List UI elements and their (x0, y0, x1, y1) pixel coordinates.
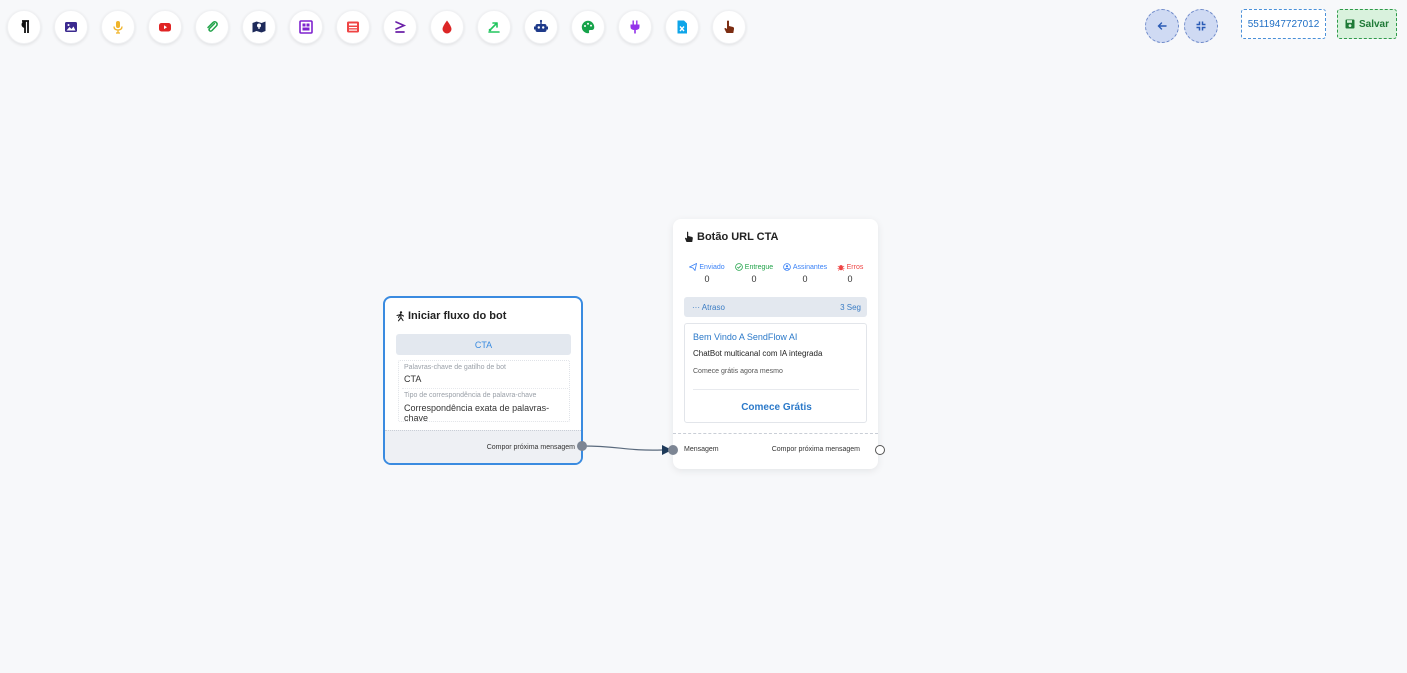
card-body: ChatBot multicanal com IA integrada (693, 349, 823, 358)
back-button[interactable] (1145, 9, 1179, 43)
delay-value: 3 Seg (840, 303, 861, 312)
stat-delivered-value: 0 (751, 274, 757, 284)
fit-view-button[interactable] (1184, 9, 1218, 43)
microphone-tool-button[interactable] (101, 10, 135, 44)
stat-errors-label: Erros (846, 263, 864, 271)
plug-tool-button[interactable] (618, 10, 652, 44)
stat-errors: Erros 0 (833, 263, 867, 284)
check-circle-icon (734, 263, 743, 271)
cta-node-title: Botão URL CTA (684, 231, 778, 243)
cta-node-divider (673, 433, 878, 434)
compose-next-label: Compor próxima mensagem (486, 444, 575, 451)
save-button[interactable]: Salvar (1337, 9, 1397, 39)
stat-sent-value: 0 (704, 274, 710, 284)
stat-errors-value: 0 (847, 274, 853, 284)
bug-icon (837, 265, 845, 271)
palette-icon (581, 20, 595, 34)
greater-equal-tool-button[interactable] (383, 10, 417, 44)
trigger-keyword-chip[interactable]: CTA (396, 334, 571, 355)
webhook-icon (488, 22, 500, 33)
start-node-footer: Compor próxima mensagem (385, 430, 581, 463)
save-label: Salvar (1358, 18, 1390, 30)
stat-sent-label: Enviado (699, 263, 725, 271)
running-person-icon (396, 310, 405, 321)
cta-url-button-node[interactable]: Botão URL CTA Enviado 0 Entregue 0 Assin… (673, 219, 878, 469)
start-flow-node[interactable]: Iniciar fluxo do bot CTA Palavras-chave … (383, 296, 583, 465)
map-tool-button[interactable] (242, 10, 276, 44)
map-icon (252, 21, 266, 33)
match-type-label: Tipo de correspondência de palavra-chave (404, 392, 537, 399)
start-node-title-text: Iniciar fluxo do bot (408, 310, 507, 322)
cta-url-button[interactable]: Comece Grátis (685, 402, 868, 413)
palette-tool-button[interactable] (571, 10, 605, 44)
user-circle-icon (783, 263, 791, 271)
excel-file-tool-button[interactable] (665, 10, 699, 44)
start-output-handle[interactable] (577, 441, 587, 451)
keywords-value: CTA (404, 374, 422, 384)
delay-bar[interactable]: ··· Atraso 3 Seg (684, 297, 867, 317)
match-type-value: Correspondência exata de palavras-chave (404, 403, 550, 423)
drop-tool-button[interactable] (430, 10, 464, 44)
poll-icon (299, 20, 313, 34)
stats-row: Enviado 0 Entregue 0 Assinantes 0 Erros … (685, 263, 867, 291)
robot-tool-button[interactable] (524, 10, 558, 44)
paragraph-tool-button[interactable] (7, 10, 41, 44)
paperclip-tool-button[interactable] (195, 10, 229, 44)
card-title: Bem Vindo A SendFlow AI (693, 332, 798, 342)
card-divider (693, 389, 859, 390)
start-node-title: Iniciar fluxo do bot (395, 310, 506, 322)
poll-tool-button[interactable] (289, 10, 323, 44)
stat-delivered-label: Entregue (744, 263, 774, 271)
card-footer: Comece grátis agora mesmo (693, 368, 783, 375)
hand-pointer-icon (724, 20, 735, 33)
compose-next-label: Compor próxima mensagem (771, 446, 860, 453)
keywords-label: Palavras-chave de gatilho de bot (404, 364, 506, 371)
stat-sent: Enviado 0 (685, 263, 729, 284)
webhook-tool-button[interactable] (477, 10, 511, 44)
image-icon (65, 22, 77, 32)
keyword-divider (402, 388, 568, 389)
cta-output-handle[interactable] (875, 445, 885, 455)
compress-icon (1196, 21, 1206, 31)
hand-pointer-icon (684, 231, 693, 242)
delay-label: ··· Atraso (692, 303, 725, 312)
paragraph-icon (21, 20, 29, 33)
plug-icon (630, 20, 640, 34)
drop-icon (442, 20, 452, 34)
robot-icon (534, 19, 548, 32)
paperclip-icon (207, 21, 218, 32)
image-tool-button[interactable] (54, 10, 88, 44)
newspaper-tool-button[interactable] (336, 10, 370, 44)
input-label: Mensagem (684, 446, 719, 453)
hand-pointer-tool-button[interactable] (712, 10, 746, 44)
microphone-icon (113, 21, 123, 34)
newspaper-icon (347, 21, 359, 33)
arrow-left-icon (1157, 22, 1167, 30)
paper-plane-icon (689, 263, 698, 271)
greater-equal-icon (395, 21, 407, 33)
stat-subscribers-value: 0 (802, 274, 808, 284)
floppy-disk-icon (1345, 19, 1355, 29)
excel-file-icon (677, 20, 687, 34)
toolbar: 5511947727012 Salvar (0, 0, 1407, 52)
youtube-tool-button[interactable] (148, 10, 182, 44)
cta-node-title-text: Botão URL CTA (697, 231, 779, 243)
stat-delivered: Entregue 0 (732, 263, 776, 284)
cta-input-handle[interactable] (668, 445, 678, 455)
stat-subscribers: Assinantes 0 (779, 263, 831, 284)
phone-number-button[interactable]: 5511947727012 (1241, 9, 1326, 39)
keyword-settings-box: Palavras-chave de gatilho de bot CTA Tip… (398, 360, 570, 423)
cta-message-card[interactable]: Bem Vindo A SendFlow AI ChatBot multican… (684, 323, 867, 423)
youtube-icon (159, 23, 171, 32)
stat-subscribers-label: Assinantes (792, 263, 828, 271)
